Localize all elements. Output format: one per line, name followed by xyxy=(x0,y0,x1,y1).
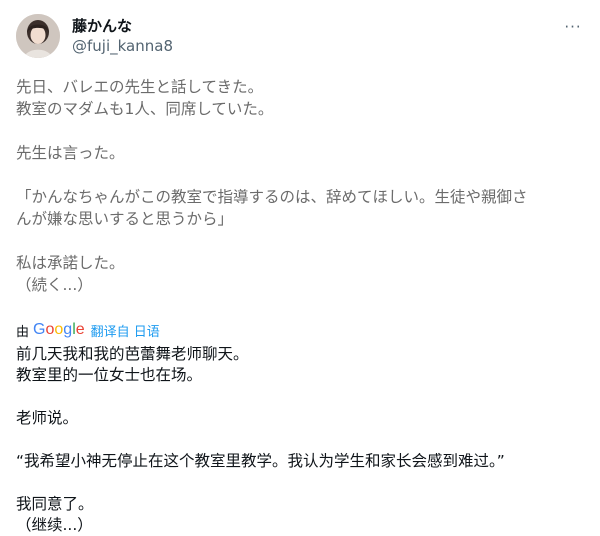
translated-line: 我同意了。 xyxy=(16,495,94,513)
original-line: 先生は言った。 xyxy=(16,144,125,162)
google-logo: Google xyxy=(33,321,85,338)
translated-line: 老师说。 xyxy=(16,409,79,427)
original-tweet-text: 先日、バレエの先生と話してきた。 教室のマダムも1人、同席していた。 先生は言っ… xyxy=(16,76,586,296)
tweet-header: 藤かんな @fuji_kanna8 ··· xyxy=(16,14,584,62)
translated-from-link[interactable]: 翻译自 日语 xyxy=(91,321,160,340)
translated-line: （继续...） xyxy=(16,516,93,534)
original-line: 先日、バレエの先生と話してきた。 xyxy=(16,78,264,96)
original-line: んが嫌な思いすると思うから」 xyxy=(16,210,234,228)
translated-line: 前几天我和我的芭蕾舞老师聊天。 xyxy=(16,345,249,363)
translated-line: “我希望小神无停止在这个教室里教学。我认为学生和家长会感到难过。” xyxy=(16,452,505,470)
tweet-card: 藤かんな @fuji_kanna8 ··· 先日、バレエの先生と話してきた。 教… xyxy=(0,0,600,534)
original-line: 「かんなちゃんがこの教室で指導するのは、辞めてほしい。生徒や親御さ xyxy=(16,188,528,206)
original-line: 私は承諾した。 xyxy=(16,254,125,272)
profile-photo-icon xyxy=(16,14,60,58)
more-options-icon[interactable]: ··· xyxy=(562,18,584,38)
translated-line: 教室里的一位女士也在场。 xyxy=(16,366,203,384)
user-handle[interactable]: @fuji_kanna8 xyxy=(72,36,173,56)
display-name[interactable]: 藤かんな xyxy=(72,16,173,36)
author-names: 藤かんな @fuji_kanna8 xyxy=(72,16,173,56)
original-line: 教室のマダムも1人、同席していた。 xyxy=(16,100,274,118)
translation-attribution: 由 Google 翻译自 日语 xyxy=(16,320,160,340)
avatar[interactable] xyxy=(16,14,60,58)
translated-by-label: 由 xyxy=(16,324,30,340)
translated-tweet-text: 前几天我和我的芭蕾舞老师聊天。 教室里的一位女士也在场。 老师说。 “我希望小神… xyxy=(16,344,586,536)
original-line: （続く...） xyxy=(16,276,93,294)
